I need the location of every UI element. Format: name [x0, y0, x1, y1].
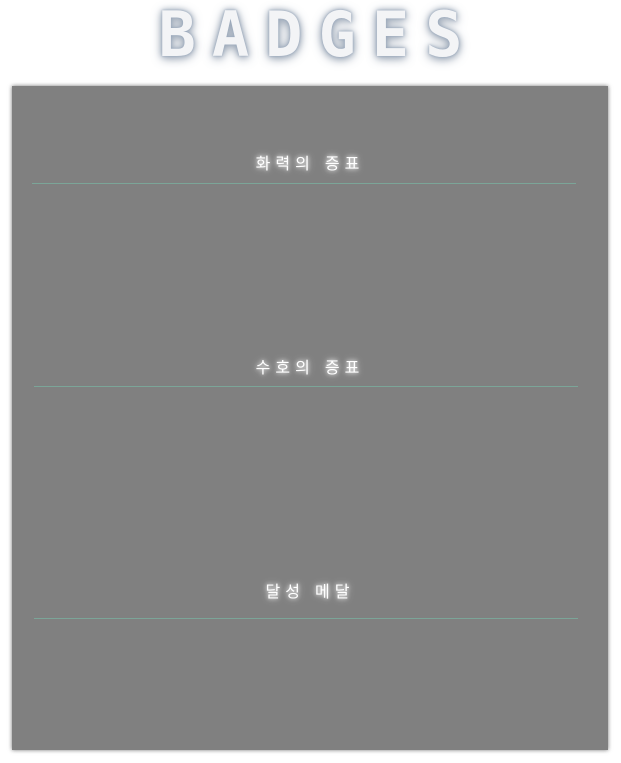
page-header: BADGES	[0, 0, 621, 80]
section-divider	[34, 386, 578, 387]
section-title: 달성 메달	[265, 582, 355, 601]
badges-panel: 화력의 증표 수호의 증표 달성 메달	[12, 86, 608, 750]
section-divider	[32, 183, 576, 184]
badge-grid	[32, 190, 588, 340]
section-divider	[34, 618, 578, 619]
badge-grid	[32, 394, 588, 564]
badge-grid	[32, 626, 588, 736]
section-title: 화력의 증표	[255, 154, 365, 173]
page-title: BADGES	[158, 0, 479, 71]
section-title: 수호의 증표	[255, 358, 365, 377]
